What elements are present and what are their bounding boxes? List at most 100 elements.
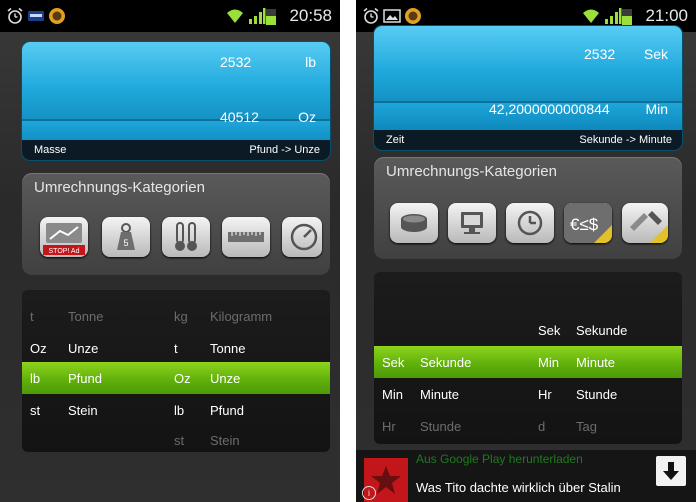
stop-ad-icon[interactable]: STOP! Ad [40, 217, 88, 257]
categories-panel: Umrechnungs-Kategorien €≤$ [374, 157, 682, 259]
to-abbr: d [538, 419, 546, 434]
picker-row[interactable]: Oz Unze t Tonne [22, 332, 330, 364]
thermometer-icon[interactable] [162, 217, 210, 257]
signal-icon [605, 8, 622, 24]
to-abbr: Hr [538, 387, 552, 402]
to-name: Stein [210, 433, 240, 448]
download-arrow-icon [663, 462, 679, 480]
from-abbr: Sek [382, 355, 405, 370]
wifi-icon [583, 9, 599, 23]
result-value: 42,2000000000844 [489, 101, 610, 117]
weight-icon[interactable]: 5 [102, 217, 150, 257]
to-name: Stunde [576, 387, 618, 402]
alarm-icon [363, 7, 379, 24]
ad-info-icon[interactable]: i [362, 486, 376, 500]
to-name: Kilogramm [210, 309, 273, 324]
category-label: Masse [34, 144, 67, 156]
storage-icon[interactable] [390, 203, 438, 243]
categories-title: Umrechnungs-Kategorien [34, 179, 205, 196]
categories-title: Umrechnungs-Kategorien [386, 163, 557, 180]
conversion-display: 2532 Sek 42,2000000000844 Min Zeit Sekun… [374, 26, 682, 150]
status-time: 21:00 [645, 6, 688, 25]
from-name: Minute [420, 387, 460, 402]
source-unit: Sek [643, 46, 668, 62]
display-footer: Zeit Sekunde -> Minute [374, 130, 682, 150]
from-abbr: Oz [30, 341, 47, 356]
to-name: Unze [210, 371, 241, 386]
converter-app-icon [49, 8, 65, 24]
picker-row[interactable]: t Tonne kg Kilogramm [22, 300, 330, 332]
from-abbr: Min [382, 387, 403, 402]
phone-screen-left: 20:58 2532 lb 40512 Oz Masse Pfund -> Un… [0, 0, 340, 502]
to-abbr: t [174, 341, 178, 356]
picker-row-selected[interactable]: lb Pfund Oz Unze [22, 362, 330, 394]
to-name: Tag [576, 419, 597, 434]
to-abbr: Oz [174, 371, 191, 386]
conversion-label: Sekunde -> Minute [579, 134, 672, 146]
picker-row[interactable]: Min Minute Hr Stunde [374, 378, 682, 410]
image-icon [383, 9, 401, 23]
unit-picker[interactable]: Sek Sekunde Sek Sekunde Min Minute Min M… [374, 272, 682, 444]
source-value-row[interactable]: 2532 Sek [374, 26, 682, 103]
phone-screen-right: 21:00 2532 Sek 42,2000000000844 Min Zeit… [356, 0, 696, 502]
picker-row[interactable]: st Stein lb Pfund [22, 394, 330, 426]
from-abbr: st [30, 403, 41, 418]
status-time: 20:58 [289, 6, 332, 25]
to-name: Sekunde [576, 323, 628, 338]
to-abbr: kg [174, 309, 188, 324]
ad-top-text: Aus Google Play herunterladen [416, 452, 583, 466]
conversion-display: 2532 lb 40512 Oz Masse Pfund -> Unze [22, 42, 330, 160]
conversion-label: Pfund -> Unze [249, 144, 320, 156]
to-abbr: Sek [538, 323, 561, 338]
picker-row-selected[interactable]: Sek Sekunde Min Minute [374, 346, 682, 378]
status-bar: 20:58 [0, 0, 340, 32]
result-unit: Oz [298, 109, 316, 125]
from-name: Unze [68, 341, 99, 356]
from-abbr: lb [30, 371, 41, 386]
ad-text[interactable]: Was Tito dachte wirklich über Stalin [416, 480, 621, 495]
ruler-icon[interactable] [222, 217, 270, 257]
gauge-icon[interactable] [282, 217, 322, 257]
unit-picker[interactable]: t Tonne kg Kilogramm Oz Unze t Tonne lb … [22, 290, 330, 452]
svg-text:€≤$: €≤$ [570, 215, 599, 234]
category-label: Zeit [386, 134, 405, 146]
converter-app-icon [405, 8, 421, 24]
battery-icon [266, 9, 276, 25]
from-abbr: t [30, 309, 34, 324]
source-unit: lb [305, 54, 316, 70]
signal-icon [249, 8, 266, 24]
wifi-icon [227, 9, 243, 23]
source-value[interactable]: 2532 [584, 46, 615, 62]
display-footer: Masse Pfund -> Unze [22, 140, 330, 160]
currency-icon[interactable]: €≤$ [564, 203, 612, 243]
to-name: Minute [576, 355, 616, 370]
notification-app-icon [28, 11, 44, 21]
to-name: Pfund [210, 403, 244, 418]
picker-row[interactable]: st Stein [22, 424, 330, 452]
to-abbr: st [174, 433, 185, 448]
categories-panel: Umrechnungs-Kategorien STOP! Ad 5 [22, 173, 330, 275]
from-name: Pfund [68, 371, 102, 386]
source-value-row[interactable]: 2532 lb [22, 42, 330, 121]
ad-banner[interactable]: Aus Google Play herunterladen Was Tito d… [356, 450, 696, 502]
source-value[interactable]: 2532 [220, 54, 251, 70]
from-abbr: Hr [382, 419, 396, 434]
clock-icon[interactable] [506, 203, 554, 243]
battery-icon [622, 9, 632, 25]
picker-row[interactable]: Hr Stunde d Tag [374, 410, 682, 442]
picker-row[interactable]: Sek Sekunde [374, 314, 682, 346]
from-name: Stein [68, 403, 98, 418]
from-name: Tonne [68, 309, 104, 324]
from-name: Sekunde [420, 355, 472, 370]
from-name: Stunde [420, 419, 462, 434]
result-value: 40512 [220, 109, 259, 125]
monitor-icon[interactable] [448, 203, 496, 243]
to-abbr: lb [174, 403, 185, 418]
ad-download-button[interactable] [656, 456, 686, 486]
tools-icon[interactable] [622, 203, 668, 243]
stop-ad-badge: STOP! Ad [49, 248, 80, 255]
to-name: Tonne [210, 341, 246, 356]
to-abbr: Min [538, 355, 559, 370]
weight-badge: 5 [123, 238, 128, 248]
result-unit: Min [645, 101, 668, 117]
